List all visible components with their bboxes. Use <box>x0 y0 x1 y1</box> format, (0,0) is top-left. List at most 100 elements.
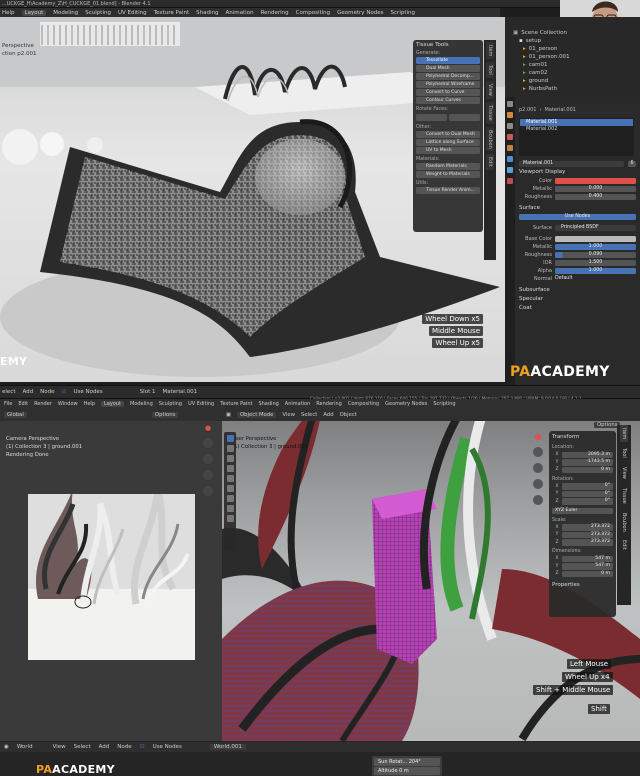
checkbox-icon[interactable]: ☑ <box>140 744 145 750</box>
list-item[interactable]: ▸ cam01 <box>505 61 640 69</box>
tab-tissue[interactable]: Tissue <box>486 101 494 124</box>
tab-texture-paint[interactable]: Texture Paint <box>220 401 252 407</box>
tab-item[interactable]: Item <box>486 42 494 60</box>
slot-selector[interactable]: Slot 1 <box>140 389 156 395</box>
material-selector[interactable]: Material.001 6 <box>505 160 640 168</box>
zoom-icon[interactable] <box>203 438 213 448</box>
mode-icon[interactable]: ▣ <box>226 412 231 418</box>
menu-add[interactable]: Add <box>323 412 333 418</box>
list-item[interactable]: ▸ ground <box>505 77 640 85</box>
select-box-icon[interactable] <box>226 435 234 442</box>
tab-uv-editing[interactable]: UV Editing <box>118 10 147 16</box>
coat-header[interactable]: Coat <box>505 304 640 313</box>
menu-help[interactable]: Help <box>84 401 95 407</box>
menu-view[interactable]: View <box>53 744 66 750</box>
scale-icon[interactable] <box>226 475 234 482</box>
rotation-mode-select[interactable]: XYZ Euler <box>552 507 613 514</box>
grid-icon[interactable] <box>533 495 543 505</box>
tab-sculpting[interactable]: Sculpting <box>85 10 111 16</box>
menu-select[interactable]: Select <box>301 412 317 418</box>
tab-bcubon[interactable]: Bcubon <box>620 510 628 535</box>
axis-gizmo-icon[interactable]: ● <box>535 432 542 441</box>
ior-field[interactable]: 1.500 <box>555 259 636 267</box>
roughness-slider[interactable]: 0.090 <box>555 251 636 259</box>
polyhedral-decomp-button[interactable]: Polyhedral Decomp... <box>416 73 480 80</box>
surface-header[interactable]: Surface <box>505 204 640 213</box>
node-menu[interactable]: Node <box>40 389 54 395</box>
tab-compositing[interactable]: Compositing <box>296 10 330 16</box>
transform-orientation-select[interactable]: Global <box>4 412 27 418</box>
world-selector[interactable]: World.001 <box>209 744 246 750</box>
pan-hand-icon[interactable] <box>203 454 213 464</box>
options-dropdown[interactable]: Options <box>151 412 179 418</box>
menu-select[interactable]: Select <box>74 744 91 750</box>
scene-icon[interactable] <box>507 134 513 140</box>
render-icon[interactable] <box>507 112 513 118</box>
roughness-field[interactable]: 0.400 <box>555 193 636 201</box>
material-selector[interactable]: Material.001 <box>162 389 197 395</box>
rotate-left-button[interactable] <box>416 114 447 121</box>
tab-uv-editing[interactable]: UV Editing <box>188 401 214 407</box>
tab-tissue[interactable]: Tissue <box>620 485 628 507</box>
lattice-along-surface-button[interactable]: Lattice along Surface <box>416 139 480 146</box>
base-color-swatch[interactable] <box>555 235 636 243</box>
axis-gizmo-icon[interactable]: ● <box>205 424 211 432</box>
list-item[interactable]: Material.002 <box>520 126 633 133</box>
annotate-icon[interactable] <box>226 495 234 502</box>
zoom-icon[interactable] <box>533 447 543 457</box>
weight-to-materials-button[interactable]: Weight to Materials <box>416 171 480 178</box>
tab-shading[interactable]: Shading <box>196 10 218 16</box>
contour-curves-button[interactable]: Contour Curves <box>416 97 480 104</box>
rotation-x-field[interactable]: 0° <box>562 483 613 490</box>
shader-type-select[interactable]: World <box>17 744 33 750</box>
properties-header[interactable]: Properties <box>552 581 613 590</box>
list-item[interactable]: ▪ setup <box>505 37 640 45</box>
tab-rendering[interactable]: Rendering <box>261 10 289 16</box>
polyhedral-wireframe-button[interactable]: Polyhedral Wireframe <box>416 81 480 88</box>
modifier-icon[interactable] <box>507 156 513 162</box>
grid-icon[interactable] <box>203 486 213 496</box>
list-item[interactable]: ▸ 01_person.001 <box>505 53 640 61</box>
location-y-field[interactable]: -1743.5 m <box>562 459 613 466</box>
list-item[interactable]: ▸ 01_person <box>505 45 640 53</box>
move-icon[interactable] <box>226 455 234 462</box>
output-icon[interactable] <box>507 123 513 129</box>
list-item[interactable]: ▸ cam02 <box>505 69 640 77</box>
tab-view[interactable]: View <box>486 81 494 99</box>
metallic-slider[interactable]: 1.000 <box>555 243 636 251</box>
subsurface-header[interactable]: Subsurface <box>505 286 640 295</box>
transform-header[interactable]: Transform <box>552 433 613 442</box>
normal-field[interactable]: Default <box>555 276 636 283</box>
rotation-z-field[interactable]: 0° <box>562 498 613 505</box>
scene-collection-row[interactable]: ▣ Scene Collection <box>505 29 640 37</box>
add-cube-icon[interactable] <box>226 515 234 522</box>
convert-dual-mesh-button[interactable]: Convert to Dual Mesh <box>416 131 480 138</box>
dimension-y-field[interactable]: 547 m <box>562 563 613 570</box>
random-materials-button[interactable]: Random Materials <box>416 163 480 170</box>
checkbox-icon[interactable]: ☑ <box>62 389 67 395</box>
material-field[interactable]: Material.001 <box>519 160 624 168</box>
menu-help[interactable]: Help <box>2 10 15 16</box>
object-mode-select[interactable]: Object Mode <box>237 412 277 418</box>
tab-bcubon[interactable]: Bcubon <box>486 126 494 152</box>
tab-scripting[interactable]: Scripting <box>433 401 455 407</box>
location-z-field[interactable]: 0 m <box>562 466 613 473</box>
tab-sculpting[interactable]: Sculpting <box>159 401 182 407</box>
physics-icon[interactable] <box>507 167 513 173</box>
scale-y-field[interactable]: 273.372 <box>562 531 613 538</box>
specular-header[interactable]: Specular <box>505 295 640 304</box>
material-icon[interactable] <box>507 178 513 184</box>
menu-edit[interactable]: Edit <box>18 401 28 407</box>
tab-modeling[interactable]: Modeling <box>53 10 78 16</box>
dimension-x-field[interactable]: 547 m <box>562 555 613 562</box>
tab-edit[interactable]: Edit <box>620 537 628 553</box>
surface-shader-field[interactable]: Principled BSDF <box>555 224 636 232</box>
tab-scripting[interactable]: Scripting <box>391 10 415 16</box>
menu-file[interactable]: File <box>4 401 12 407</box>
cursor-icon[interactable] <box>226 445 234 452</box>
world-icon[interactable]: ◉ <box>4 744 9 750</box>
viewport-display-header[interactable]: Viewport Display <box>505 168 640 177</box>
list-item[interactable]: ▸ NurbsPath <box>505 85 640 93</box>
tab-shading[interactable]: Shading <box>258 401 278 407</box>
users-count[interactable]: 6 <box>628 160 636 168</box>
